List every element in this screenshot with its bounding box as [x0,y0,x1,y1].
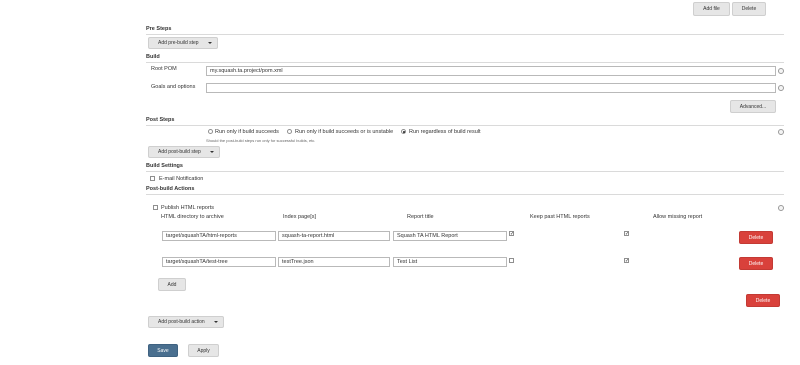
delete-row-button[interactable]: Delete [739,231,773,244]
allow-missing-checkbox[interactable]: ✓ [624,231,629,237]
post-steps-title: Post Steps [146,117,175,123]
apply-button[interactable]: Apply [188,344,219,357]
column-header: HTML directory to archive [161,214,224,220]
email-notification-label: E-mail Notification [159,176,204,182]
section-divider [146,34,784,35]
radio-success-or-unstable[interactable] [287,129,292,134]
section-divider [146,194,784,195]
keep-past-reports-checkbox[interactable] [509,258,514,263]
publish-html-checkbox[interactable] [153,205,158,210]
save-button[interactable]: Save [148,344,178,357]
publish-html-title: Publish HTML reports [161,205,214,211]
report-title-input[interactable]: Test List [393,257,507,267]
column-header: Index page[s] [283,214,317,220]
allow-missing-checkbox[interactable]: ✓ [624,258,629,264]
button-label: Add post-build action [158,319,205,325]
build-title: Build [146,54,160,60]
advanced-button[interactable]: Advanced... [730,100,776,113]
add-pre-build-step-button[interactable]: Add pre-build step [148,37,218,49]
help-icon[interactable] [778,205,784,211]
html-dir-input[interactable]: target/squashTA/test-tree [162,257,276,267]
post-build-actions-title: Post-build Actions [146,186,195,192]
delete-row-button[interactable]: Delete [739,257,773,270]
build-settings-title: Build Settings [146,163,183,169]
add-file-button[interactable]: Add file [693,2,730,16]
caret-down-icon [210,151,214,153]
report-title-input[interactable]: Squash TA HTML Report [393,231,507,241]
radio-label: Run regardless of build result [409,129,481,135]
help-icon[interactable] [778,85,784,91]
email-notification-checkbox[interactable] [150,176,155,181]
radio-label: Run only if build succeeds [215,129,279,135]
caret-down-icon [214,321,218,323]
add-post-build-step-button[interactable]: Add post-build step [148,146,220,158]
button-label: Add post-build step [158,149,201,155]
add-post-build-action-button[interactable]: Add post-build action [148,316,224,328]
post-steps-hint: Should the post-build steps run only for… [206,138,316,143]
radio-regardless[interactable] [401,129,406,134]
radio-success-only[interactable] [208,129,213,134]
goals-label: Goals and options [151,84,196,90]
pre-steps-title: Pre Steps [146,26,172,32]
help-icon[interactable] [778,68,784,74]
section-divider [146,62,784,63]
index-page-input[interactable]: squash-ta-report.html [278,231,390,241]
button-label: Add pre-build step [158,40,199,46]
add-report-button[interactable]: Add [158,278,186,291]
keep-past-reports-checkbox[interactable]: ✓ [509,231,514,237]
help-icon[interactable] [778,129,784,135]
delete-publisher-button[interactable]: Delete [746,294,780,307]
section-divider [146,171,784,172]
delete-top-button[interactable]: Delete [732,2,766,16]
column-header: Allow missing report [653,214,703,220]
column-header: Keep past HTML reports [530,214,590,220]
radio-label: Run only if build succeeds or is unstabl… [295,129,394,135]
column-header: Report title [407,214,434,220]
root-pom-label: Root POM [151,66,177,72]
goals-input[interactable] [206,83,776,93]
index-page-input[interactable]: testTree.json [278,257,390,267]
root-pom-input[interactable]: my.squash.ta.project/pom.xml [206,66,776,76]
html-dir-input[interactable]: target/squashTA/html-reports [162,231,276,241]
section-divider [146,125,784,126]
caret-down-icon [208,42,212,44]
